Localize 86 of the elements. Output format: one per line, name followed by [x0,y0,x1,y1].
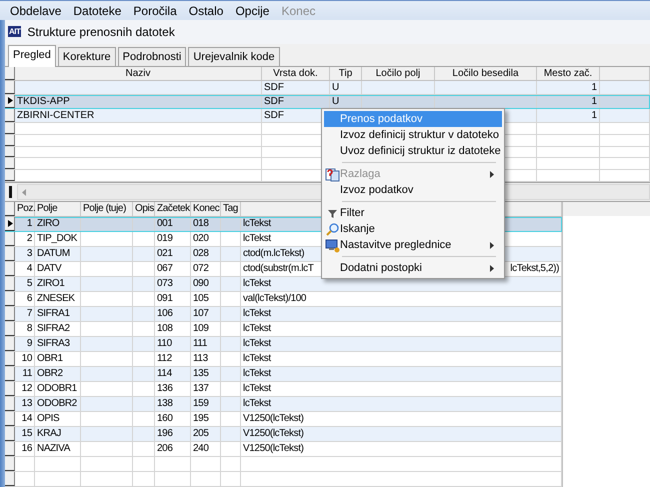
table-cell: 240 [191,442,221,456]
table-cell: 105 [191,292,221,306]
table-cell: val(lcTekst)/100 [241,292,562,306]
table-cell: 3 [15,247,35,262]
table-cell: lcTekst,5,2)) [510,262,559,276]
table-cell: 109 [191,322,221,336]
table-cell: 10 [15,352,35,366]
table-cell: ZNESEK [35,292,81,306]
table-cell: 112 [155,352,191,366]
table-cell: TKDIS-APP [15,94,262,108]
table-cell: V1250(lcTekst) [241,442,562,456]
table-cell: ZBIRNI-CENTER [15,108,262,122]
table-cell: 159 [191,397,221,412]
table-cell: lcTekst [241,307,562,322]
table-cell: 1 [15,217,35,232]
table-cell: U [330,80,362,94]
table-cell: V1250(lcTekst) [241,412,562,426]
table-cell: 090 [191,277,221,292]
table-cell: lcTekst [241,382,562,396]
table-cell: SDF [262,80,330,94]
table-cell: 1 [537,94,600,108]
table-cell: 2 [15,232,35,246]
table-cell: SIFRA3 [35,337,81,352]
table-cell: lcTekst [241,337,562,352]
table-cell: 12 [15,382,35,396]
table-cell: 11 [15,367,35,382]
table-cell: 4 [15,262,35,276]
table-cell: 111 [191,337,221,352]
table-cell: 6 [15,292,35,306]
table-cell: 206 [155,442,191,456]
table-cell: OBR1 [35,352,81,366]
table-cell: 110 [155,337,191,352]
table-cell: 113 [191,352,221,366]
table-cell: 001 [155,217,191,232]
table-cell: 195 [191,412,221,426]
table-cell: 16 [15,442,35,456]
table-cell: ctod(substr(m.lcT [243,262,314,276]
table-cell: 020 [191,232,221,246]
table-cell: 073 [155,277,191,292]
table-cell: 1 [537,108,600,122]
table-cell: 13 [15,397,35,412]
table-cell: ODOBR1 [35,382,81,396]
table-cell: 019 [155,232,191,246]
table-cell: 8 [15,322,35,336]
table-cell: 9 [15,337,35,352]
table-cell: 072 [191,262,221,276]
table-cell: 160 [155,412,191,426]
table-cell: lcTekst [241,322,562,336]
table-cell: 067 [155,262,191,276]
table-cell: 091 [155,292,191,306]
table-cell: ODOBR2 [35,397,81,412]
table-cell: lcTekst [241,367,562,382]
table-cell: OBR2 [35,367,81,382]
table-cell: SIFRA2 [35,322,81,336]
table-cell: 137 [191,382,221,396]
table-cell: 5 [15,277,35,292]
table-cell: OPIS [35,412,81,426]
table-cell: 021 [155,247,191,262]
table-cell: KRAJ [35,427,81,442]
table-cell: 1 [537,80,600,94]
window-title: Strukture prenosnih datotek [27,24,175,39]
table-cell: ZIRO [35,217,81,232]
table-cell: 114 [155,367,191,382]
table-cell: lcTekst [241,352,562,366]
table-cell: 028 [191,247,221,262]
table-cell: 15 [15,427,35,442]
table-cell: 108 [155,322,191,336]
table-cell: 107 [191,307,221,322]
table-cell: 7 [15,307,35,322]
table-cell: TIP_DOK [35,232,81,246]
table-cell: 018 [191,217,221,232]
table-cell: V1250(lcTekst) [241,427,562,442]
table-cell: 196 [155,427,191,442]
table-cell: 136 [155,382,191,396]
table-cell: NAZIVA [35,442,81,456]
table-cell: DATUM [35,247,81,262]
table-cell: lcTekst [241,397,562,412]
table-cell: 14 [15,412,35,426]
app-logo: AIT [8,26,22,38]
table-cell: 135 [191,367,221,382]
table-cell: 138 [155,397,191,412]
table-cell: SIFRA1 [35,307,81,322]
table-cell: 205 [191,427,221,442]
table-cell: 106 [155,307,191,322]
table-cell: DATV [35,262,81,276]
table-cell: ZIRO1 [35,277,81,292]
